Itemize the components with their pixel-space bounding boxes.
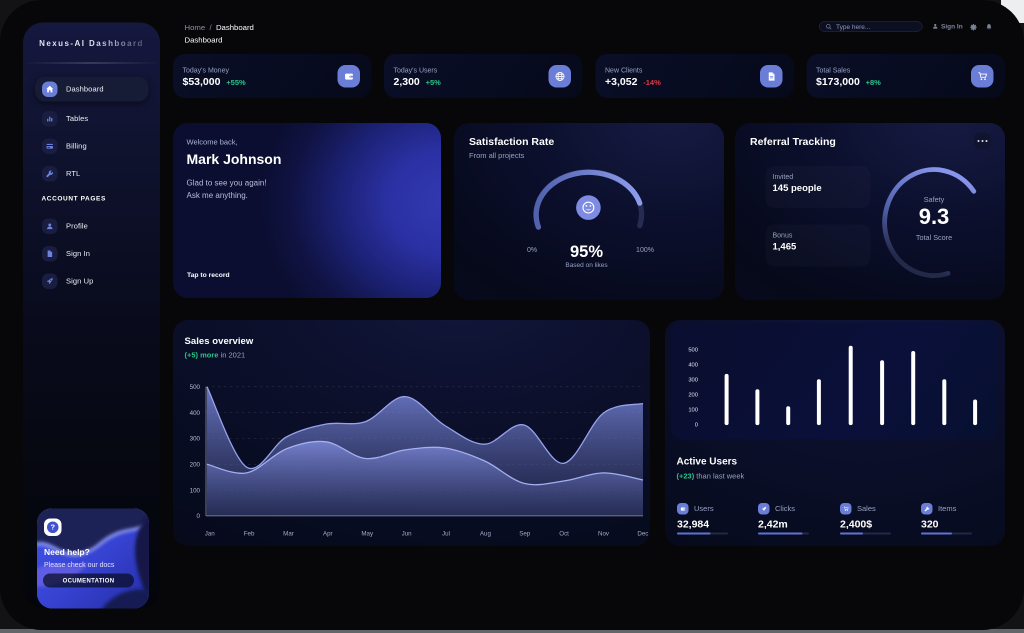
svg-text:100: 100 [688,408,698,414]
svg-text:Dec: Dec [637,530,648,537]
svg-text:Mar: Mar [283,530,294,537]
svg-text:200: 200 [190,462,201,469]
svg-text:200: 200 [688,393,698,399]
svg-text:0: 0 [197,513,201,520]
svg-text:Jan: Jan [205,530,216,537]
svg-text:300: 300 [688,378,698,384]
svg-text:Jun: Jun [402,530,413,537]
svg-text:100: 100 [190,487,201,494]
svg-text:500: 500 [688,347,698,353]
svg-text:Oct: Oct [559,530,569,537]
svg-text:300: 300 [190,436,201,443]
svg-text:Jul: Jul [442,530,450,537]
svg-text:400: 400 [688,362,698,368]
svg-text:Nov: Nov [598,530,610,537]
svg-text:500: 500 [190,384,201,391]
svg-text:Feb: Feb [244,530,255,537]
svg-text:0: 0 [695,423,698,429]
svg-text:May: May [361,530,374,537]
svg-text:Sep: Sep [519,530,531,537]
svg-text:400: 400 [190,410,201,417]
svg-text:Aug: Aug [480,530,492,537]
svg-text:Apr: Apr [323,530,333,537]
